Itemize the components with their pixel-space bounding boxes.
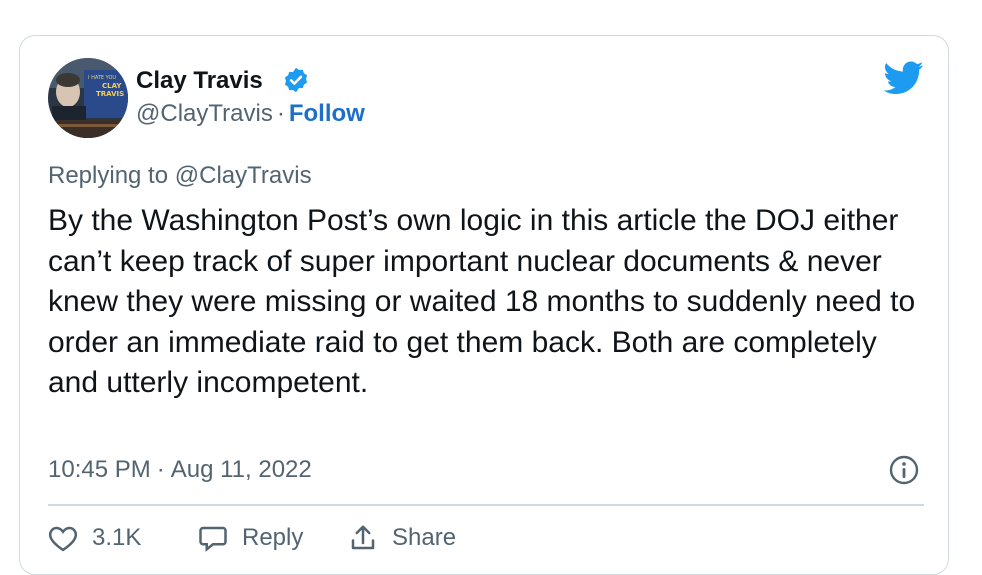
tweet-divider [48,504,924,506]
author-handle[interactable]: @ClayTravis [136,100,273,127]
author-avatar[interactable]: I HATE YOU CLAY TRAVIS [48,58,128,138]
speech-bubble-icon [199,526,227,552]
verified-badge-icon [284,67,308,93]
avatar-sign-line-1: I HATE YOU [88,75,116,81]
tweet-text: By the Washington Post’s own logic in th… [48,204,916,399]
avatar-sign-line-2: CLAY [102,82,122,90]
author-handle-row: @ClayTravis · Follow [136,100,365,128]
share-label: Share [392,524,457,551]
like-count: 3.1K [92,524,142,551]
handle-separator: · [276,100,285,127]
heart-icon [48,526,78,552]
tweet-timestamp[interactable]: 10:45 PM · Aug 11, 2022 [48,455,312,485]
replying-to-prefix: Replying to [48,162,175,189]
reply-button[interactable]: Reply [198,523,303,553]
timestamp-separator: · [156,456,165,483]
avatar-sign-line-3: TRAVIS [96,90,124,98]
reply-label: Reply [242,524,304,551]
share-upload-icon [351,525,375,550]
replying-to: Replying to @ClayTravis [48,161,312,191]
tweet-time: 10:45 PM [48,456,151,483]
tweet-actions: 3.1K Reply Share [48,523,648,553]
tweet-card: I HATE YOU CLAY TRAVIS Clay Travis @Clay… [19,35,949,575]
like-button[interactable]: 3.1K [48,523,141,553]
author-display-name[interactable]: Clay Travis [136,67,263,95]
follow-button[interactable]: Follow [289,100,365,127]
share-button[interactable]: Share [348,523,456,553]
avatar-image: I HATE YOU CLAY TRAVIS [48,58,128,138]
tweet-date: Aug 11, 2022 [170,456,312,483]
info-circle-icon[interactable] [888,454,920,486]
twitter-bird-icon[interactable] [884,61,924,95]
replying-to-handle[interactable]: @ClayTravis [175,162,312,189]
